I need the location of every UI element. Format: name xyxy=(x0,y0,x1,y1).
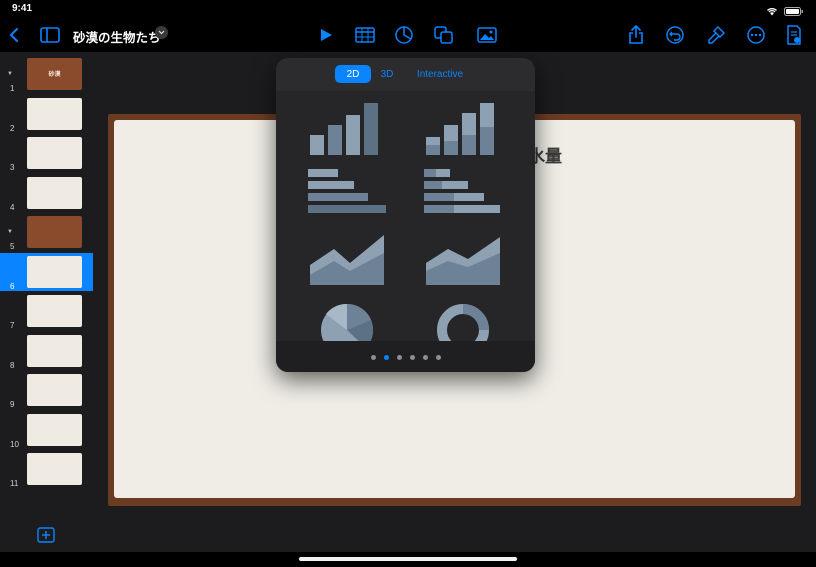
undo-icon[interactable] xyxy=(664,24,686,46)
page-dot[interactable] xyxy=(409,355,415,360)
page-indicator[interactable] xyxy=(276,341,535,372)
sidebar-toggle-icon[interactable] xyxy=(39,24,61,46)
chart-type-grid xyxy=(276,91,535,356)
slide-thumbnail[interactable]: 6 xyxy=(0,252,93,291)
slide-number: 4 xyxy=(10,202,15,212)
slide-preview: 砂漠 xyxy=(27,58,82,90)
chart-icon[interactable] xyxy=(393,24,415,46)
area-chart-option[interactable] xyxy=(306,231,396,291)
table-icon[interactable] xyxy=(354,24,376,46)
slide-navigator: ▼ 砂漠 1 2 3 4 ▼ 5 6 7 8 9 10 11 xyxy=(0,52,93,552)
slide-preview xyxy=(27,216,82,248)
slide-thumbnail[interactable]: 3 xyxy=(0,134,93,172)
slide-preview xyxy=(27,453,82,485)
slide-number: 10 xyxy=(10,439,19,449)
slide-thumbnail[interactable]: 9 xyxy=(0,371,93,409)
status-time: 9:41 xyxy=(12,3,33,14)
chart-popover: 2D 3D Interactive xyxy=(276,58,535,372)
page-dot[interactable] xyxy=(370,355,376,360)
add-slide-button[interactable] xyxy=(37,527,55,543)
slide-preview xyxy=(27,295,82,327)
tab-interactive[interactable]: Interactive xyxy=(412,65,468,83)
stacked-column-chart-option[interactable] xyxy=(422,97,512,157)
slide-preview xyxy=(27,97,82,130)
toolbar: 砂漠の生物たち xyxy=(0,18,816,52)
document-title[interactable]: 砂漠の生物たち xyxy=(73,27,161,46)
back-icon[interactable] xyxy=(3,24,25,46)
slide-number: 2 xyxy=(10,123,15,133)
slide-preview xyxy=(27,413,82,446)
bar-chart-option[interactable] xyxy=(306,163,396,223)
document-settings-icon[interactable] xyxy=(783,24,805,46)
home-indicator[interactable] xyxy=(299,557,517,561)
column-chart-option[interactable] xyxy=(306,97,396,157)
media-icon[interactable] xyxy=(476,24,498,46)
play-icon[interactable] xyxy=(315,24,337,46)
disclosure-triangle-icon[interactable]: ▼ xyxy=(7,71,13,77)
slide-preview xyxy=(27,137,82,169)
page-dot[interactable] xyxy=(422,355,428,360)
slide-preview xyxy=(27,255,82,288)
slide-preview xyxy=(27,334,82,367)
slide-thumbnail[interactable]: ▼ 砂漠 1 xyxy=(0,55,93,93)
slide-number: 5 xyxy=(10,242,15,251)
slide-preview xyxy=(27,176,82,209)
slide-number: 3 xyxy=(10,163,15,172)
page-dot[interactable] xyxy=(383,355,389,360)
status-bar: 9:41 xyxy=(0,0,816,18)
page-dot[interactable] xyxy=(396,355,402,360)
chevron-down-icon[interactable] xyxy=(155,26,168,39)
slide-preview-title: 砂漠 xyxy=(48,72,61,78)
slide-thumbnail[interactable]: ▼ 5 xyxy=(0,213,93,251)
disclosure-triangle-icon[interactable]: ▼ xyxy=(7,229,13,235)
format-brush-icon[interactable] xyxy=(705,24,727,46)
shapes-icon[interactable] xyxy=(433,24,455,46)
slide-thumbnail[interactable]: 11 xyxy=(0,450,93,488)
tab-2d[interactable]: 2D xyxy=(335,65,371,83)
slide-thumbnail[interactable]: 7 xyxy=(0,292,93,330)
slide-thumbnail[interactable]: 10 xyxy=(0,411,93,449)
slide-thumbnail[interactable]: 2 xyxy=(0,95,93,133)
slide-number: 11 xyxy=(10,479,19,488)
stacked-bar-chart-option[interactable] xyxy=(422,163,512,223)
slide-number: 9 xyxy=(10,400,15,409)
tab-3d[interactable]: 3D xyxy=(374,65,400,83)
slide-number: 7 xyxy=(10,321,15,330)
stacked-area-chart-option[interactable] xyxy=(422,231,512,291)
slide-number: 8 xyxy=(10,360,15,370)
slide-preview xyxy=(27,374,82,406)
slide-number: 6 xyxy=(10,281,15,291)
slide-thumbnail[interactable]: 8 xyxy=(0,332,93,370)
more-icon[interactable] xyxy=(745,24,767,46)
slide-thumbnail[interactable]: 4 xyxy=(0,174,93,212)
page-dot[interactable] xyxy=(435,355,441,360)
share-icon[interactable] xyxy=(625,24,647,46)
slide-number: 1 xyxy=(10,84,15,93)
